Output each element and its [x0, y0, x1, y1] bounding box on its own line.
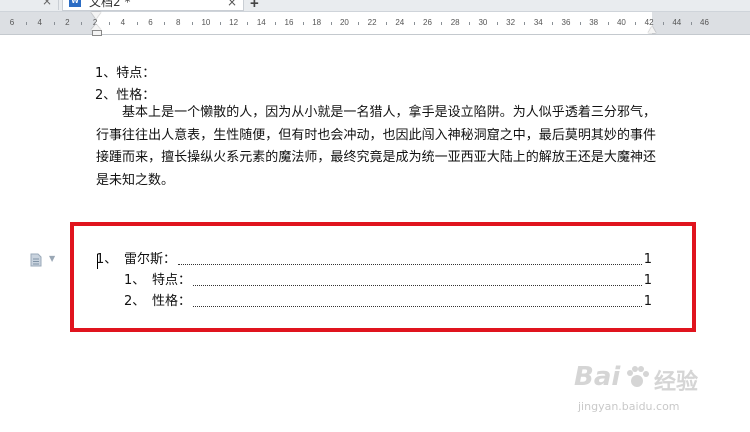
ruler-tick — [607, 22, 609, 25]
paw-icon — [627, 366, 649, 387]
ruler-tick — [635, 22, 637, 25]
new-tab-icon[interactable]: + — [250, 0, 259, 11]
ruler-number: 34 — [533, 18, 543, 27]
ruler-number: 28 — [450, 18, 460, 27]
ruler-number: 16 — [284, 18, 294, 27]
ruler-number: 6 — [148, 18, 153, 27]
toc-entry-label: 特点： — [152, 273, 192, 288]
ruler-tick — [275, 22, 277, 25]
ruler-number: 46 — [700, 18, 709, 27]
watermark-brand: Bai — [574, 362, 621, 392]
watermark-suffix: 经验 — [654, 370, 699, 395]
horizontal-ruler[interactable]: 6 4 2 2 4 6 8 10 12 14 16 18 20 22 24 26 28 30 32 34 36 38 40 4… — [0, 12, 750, 35]
ruler-tick — [25, 22, 27, 25]
baidu-jingyan-watermark: Bai 经验 jingyan.baidu.com — [570, 360, 740, 430]
word-document-icon: W — [69, 0, 81, 7]
toc-entry-number: 2、 — [124, 294, 146, 309]
ruler-number: 8 — [175, 18, 181, 27]
indent-marker[interactable] — [91, 12, 102, 36]
ruler-number: 14 — [256, 18, 266, 27]
right-indent-handle[interactable] — [648, 26, 656, 33]
ruler-number: 44 — [672, 18, 682, 27]
ruler-number: 24 — [395, 18, 405, 27]
ruler-tick — [358, 22, 360, 25]
toc-entry-number: 1、 — [124, 273, 146, 288]
tab-document[interactable]: W 文档2 * × — [62, 0, 244, 11]
first-line-indent-handle[interactable] — [91, 12, 101, 19]
close-icon[interactable]: × — [42, 0, 52, 8]
watermark-url: jingyan.baidu.com — [578, 400, 680, 413]
ruler-tick — [219, 22, 221, 25]
chevron-down-icon[interactable]: ▼ — [49, 254, 55, 263]
ruler-tick — [164, 22, 166, 25]
ruler-tick — [662, 22, 664, 25]
toc-entry-label: 性格： — [152, 294, 192, 309]
ruler-number: 40 — [616, 18, 626, 27]
ruler-tick — [247, 22, 249, 25]
toc-entry[interactable]: 1、 特点： 1 — [124, 272, 652, 290]
ruler-tick — [413, 22, 415, 25]
ruler-number: 36 — [561, 18, 571, 27]
previous-tab[interactable]: × — [0, 0, 59, 10]
tab-strip: × W 文档2 * × + — [0, 0, 750, 12]
ruler-number: 2 — [65, 18, 70, 27]
ruler-tick — [81, 22, 83, 25]
document-page[interactable]: 1、特点： 2、性格： 基本上是一个懒散的人，因为从小就是一名猎人，拿手是设立陷… — [0, 35, 750, 432]
ruler-number: 12 — [229, 18, 239, 27]
toc-entry-number: 1、 — [96, 252, 118, 267]
ruler-number: 4 — [120, 18, 126, 27]
ruler-tick — [53, 22, 55, 25]
ruler-tick — [108, 22, 110, 25]
heading-features[interactable]: 1、特点： — [95, 64, 155, 84]
ruler-tick — [136, 22, 138, 25]
tab-title: 文档2 * — [89, 0, 131, 9]
ruler-number: 6 — [9, 18, 15, 27]
toc-leader-dots — [193, 285, 642, 286]
toc-entry-page: 1 — [643, 252, 652, 267]
ruler-number: 38 — [589, 18, 599, 27]
ruler-tick — [330, 22, 332, 25]
ruler-number: 22 — [367, 18, 377, 27]
ruler-tick — [496, 22, 498, 25]
ruler-number: 18 — [312, 18, 322, 27]
ruler-tick — [441, 22, 443, 25]
ruler-number: 20 — [339, 18, 349, 27]
ruler-tick — [690, 22, 692, 25]
toc-leader-dots — [193, 306, 642, 307]
close-icon[interactable]: × — [227, 0, 237, 10]
ruler-number: 30 — [478, 18, 488, 27]
ruler-tick — [552, 22, 554, 25]
toc-entry-label: 雷尔斯： — [124, 252, 177, 267]
paragraph-options-icon[interactable] — [30, 253, 42, 267]
toc-entry-page: 1 — [643, 294, 652, 309]
ruler-tick — [579, 22, 581, 25]
toc-entry-page: 1 — [643, 273, 652, 288]
ruler-number: 4 — [37, 18, 42, 27]
ruler-tick — [192, 22, 194, 25]
ruler-tick — [302, 22, 304, 25]
body-paragraph[interactable]: 基本上是一个懒散的人，因为从小就是一名猎人，拿手是设立陷阱。为人似乎透着三分邪气… — [96, 102, 656, 192]
toc-entry[interactable]: 1、 雷尔斯： 1 — [96, 251, 652, 269]
toc-entry[interactable]: 2、 性格： 1 — [124, 293, 652, 311]
toc-leader-dots — [178, 264, 642, 265]
ruler-tick — [385, 22, 387, 25]
ruler-number: 10 — [201, 18, 211, 27]
ruler-number: 26 — [423, 18, 432, 27]
ruler-tick — [524, 22, 526, 25]
ruler-number: 32 — [506, 18, 516, 27]
ruler-tick — [469, 22, 471, 25]
